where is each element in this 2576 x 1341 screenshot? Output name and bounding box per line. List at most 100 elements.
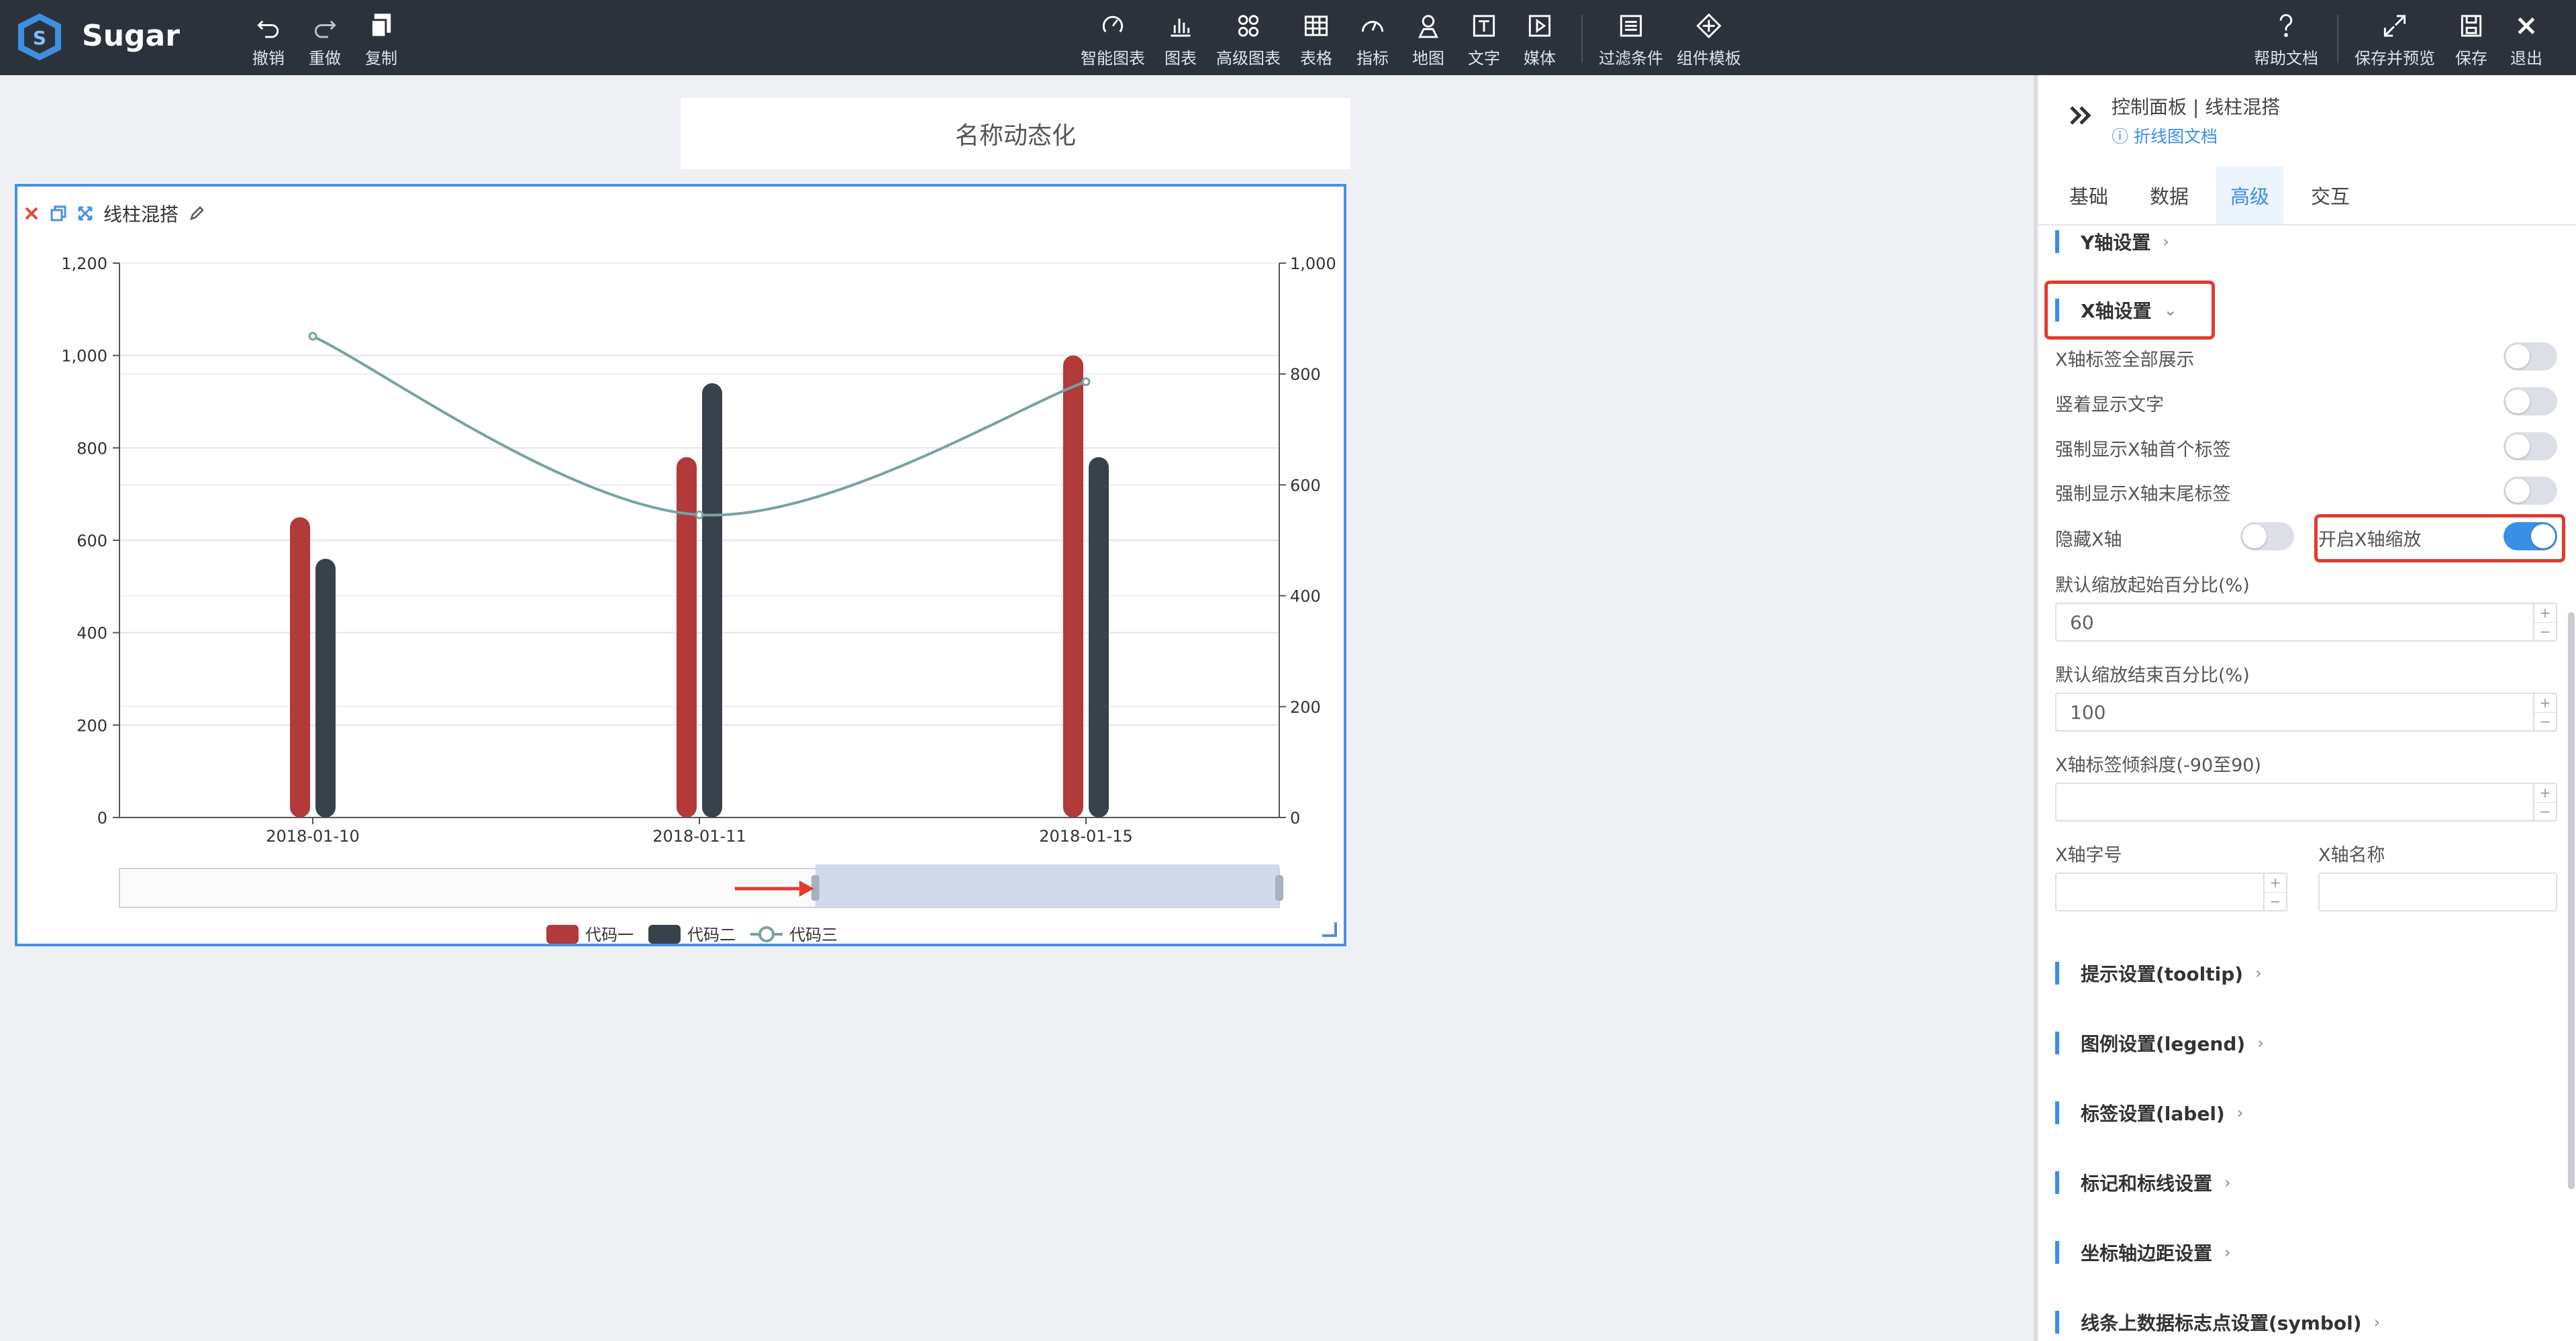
vertical-text-toggle[interactable]	[2504, 387, 2557, 415]
double-chevron-right-icon[interactable]	[2065, 99, 2097, 132]
line-point	[1081, 377, 1091, 387]
table-button[interactable]: 表格	[1300, 12, 1332, 68]
tab-interaction[interactable]: 交互	[2297, 166, 2364, 224]
text-button[interactable]: 文字	[1468, 12, 1500, 68]
section-axis-margin[interactable]: 坐标轴边距设置 ›	[2055, 1236, 2231, 1269]
bar-2	[702, 383, 722, 817]
chart-widget[interactable]: 线柱混搭 0 200 400 600 800 1,000 1,200 0 200 400 600 80…	[15, 184, 1346, 946]
save-button[interactable]: 保存	[2455, 12, 2487, 68]
label-tilt-label: X轴标签倾斜度(-90至90)	[2055, 755, 2262, 776]
editor-canvas[interactable]: 名称动态化 线柱混搭 0 200 400 600 800 1,000 1,200 0 200 40…	[0, 75, 2034, 1341]
smart-chart-button[interactable]: 智能图表	[1081, 12, 1145, 68]
redo-button[interactable]: 重做	[309, 12, 341, 68]
section-markers[interactable]: 标记和标线设置 ›	[2055, 1166, 2231, 1199]
toolbar-divider	[1581, 15, 1583, 63]
chart-label: 图表	[1165, 49, 1197, 68]
doc-link[interactable]: ⓘ 折线图文档	[2112, 123, 2218, 148]
table-label: 表格	[1300, 49, 1332, 68]
filter-button[interactable]: 过滤条件	[1599, 12, 1663, 68]
increment-icon[interactable]: +	[2265, 874, 2286, 893]
undo-label: 撤销	[252, 49, 285, 68]
y-right-tick-label: 1,000	[1290, 254, 1336, 273]
section-marker	[2055, 1311, 2059, 1334]
section-label[interactable]: 标签设置(label) ›	[2055, 1097, 2243, 1129]
section-markers-label: 标记和标线设置	[2081, 1173, 2213, 1195]
help-docs-button[interactable]: 帮助文档	[2254, 12, 2318, 68]
smart-chart-label: 智能图表	[1081, 49, 1145, 68]
show-all-labels-toggle[interactable]	[2504, 342, 2557, 370]
series-line	[312, 335, 1087, 517]
zoom-end-stepper[interactable]: + −	[2533, 694, 2556, 730]
section-y-axis[interactable]: Y轴设置 ›	[2055, 226, 2169, 258]
section-symbol[interactable]: 线条上数据标志点设置(symbol) ›	[2055, 1306, 2380, 1338]
sugar-logo-icon: S	[18, 13, 61, 60]
legend-label: 代码二	[687, 926, 736, 944]
line-bar-combo-chart[interactable]: 0 200 400 600 800 1,000 1,200 0 200 400 600 800 1,00…	[17, 187, 1344, 944]
metric-button[interactable]: 指标	[1356, 12, 1389, 68]
section-marker	[2055, 1101, 2059, 1124]
increment-icon[interactable]: +	[2534, 694, 2556, 713]
label-tilt-stepper[interactable]: + −	[2533, 784, 2556, 820]
copy-icon	[370, 13, 391, 38]
media-button[interactable]: 媒体	[1524, 12, 1556, 68]
undo-button[interactable]: 撤销	[252, 12, 285, 68]
decrement-icon[interactable]: −	[2534, 713, 2556, 731]
bar-1	[677, 457, 697, 817]
font-size-stepper[interactable]: + −	[2263, 874, 2286, 910]
title-text-widget[interactable]: 名称动态化	[681, 98, 1350, 169]
increment-icon[interactable]: +	[2534, 604, 2556, 623]
save-label: 保存	[2455, 49, 2487, 68]
toggle-knob	[2506, 344, 2530, 368]
force-first-label-toggle[interactable]	[2504, 432, 2557, 460]
y-left-tick-label: 600	[77, 532, 107, 550]
help-docs-label: 帮助文档	[2254, 49, 2318, 68]
tab-basic[interactable]: 基础	[2055, 166, 2122, 224]
copy-button[interactable]: 复制	[365, 12, 397, 68]
component-template-button[interactable]: 组件模板	[1677, 12, 1741, 68]
doc-link-label: 折线图文档	[2133, 127, 2218, 146]
option-hide-x-axis: 隐藏X轴	[2055, 530, 2122, 550]
legend-label: 代码一	[585, 926, 634, 944]
help-circle-icon: ⓘ	[2112, 127, 2134, 146]
panel-tabs: 基础 数据 高级 交互	[2038, 166, 2576, 226]
zoom-end-input[interactable]: 100 + −	[2055, 693, 2557, 732]
tab-advanced[interactable]: 高级	[2216, 166, 2283, 224]
y-left-tick-label: 1,000	[61, 347, 107, 366]
section-legend[interactable]: 图例设置(legend) ›	[2055, 1027, 2264, 1059]
decrement-icon[interactable]: −	[2265, 893, 2286, 911]
play-icon	[1528, 15, 1551, 37]
bar-2	[1089, 457, 1109, 817]
close-icon	[2518, 17, 2535, 34]
x-axis-name-input[interactable]	[2318, 873, 2557, 911]
x-tick-label: 2018-01-10	[266, 827, 359, 846]
decrement-icon[interactable]: −	[2534, 623, 2556, 641]
media-label: 媒体	[1524, 49, 1556, 68]
section-x-axis[interactable]: X轴设置 ⌄	[2055, 294, 2177, 326]
bar-chart-icon	[1171, 18, 1191, 37]
section-marker	[2055, 299, 2059, 321]
label-tilt-input[interactable]: + −	[2055, 783, 2557, 822]
bar-1	[1063, 355, 1083, 817]
save-preview-button[interactable]: 保存并预览	[2355, 12, 2435, 68]
chart-button[interactable]: 图表	[1165, 12, 1197, 68]
chevron-right-icon: ›	[2255, 964, 2262, 983]
zoom-start-input[interactable]: 60 + −	[2055, 603, 2557, 642]
tab-data[interactable]: 数据	[2136, 166, 2203, 224]
toggle-knob	[2506, 434, 2530, 458]
advanced-chart-button[interactable]: 高级图表	[1216, 12, 1281, 68]
zoom-start-stepper[interactable]: + −	[2533, 604, 2556, 640]
map-button[interactable]: 地图	[1412, 12, 1444, 68]
panel-scrollbar[interactable]	[2568, 612, 2575, 1189]
exit-button[interactable]: 退出	[2510, 12, 2542, 68]
increment-icon[interactable]: +	[2534, 784, 2556, 803]
datazoom-window	[815, 864, 1279, 907]
enable-zoom-toggle[interactable]	[2504, 522, 2557, 550]
force-last-label-toggle[interactable]	[2504, 477, 2557, 505]
hide-x-axis-toggle[interactable]	[2240, 522, 2294, 550]
y-right-tick-label: 400	[1290, 587, 1321, 606]
resize-handle[interactable]	[1322, 922, 1337, 937]
section-x-axis-label: X轴设置	[2081, 300, 2152, 322]
section-tooltip[interactable]: 提示设置(tooltip) ›	[2055, 957, 2262, 989]
decrement-icon[interactable]: −	[2534, 803, 2556, 821]
x-axis-font-size-input[interactable]: + −	[2055, 873, 2287, 911]
